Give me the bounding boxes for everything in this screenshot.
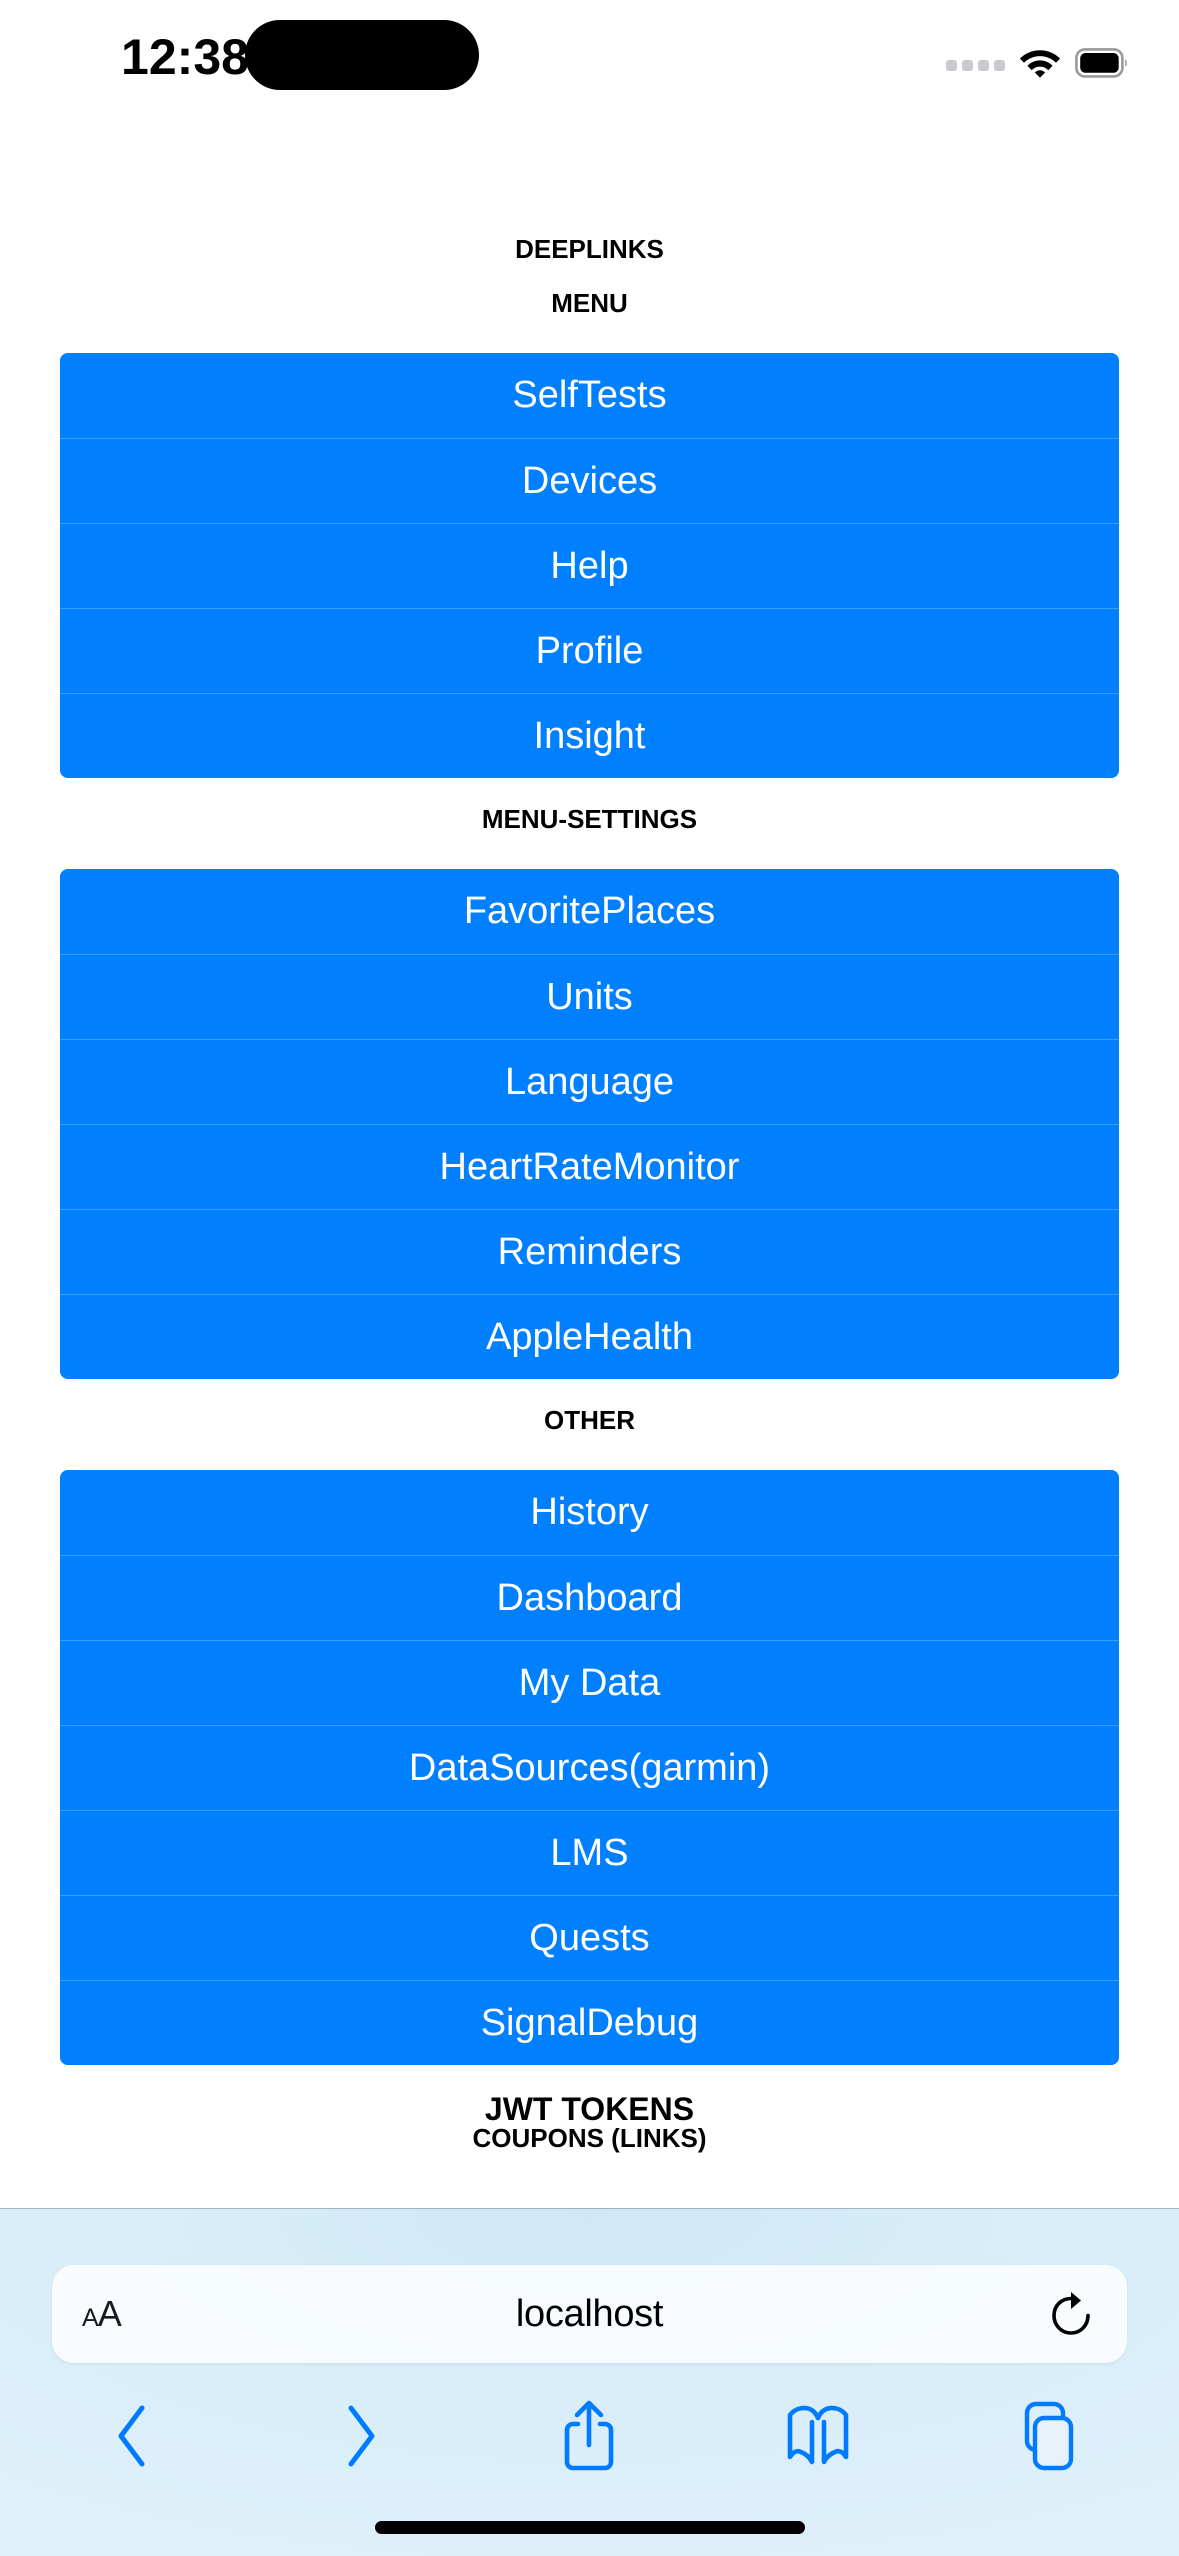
deeplink-group-other: History Dashboard My Data DataSources(ga… xyxy=(60,1470,1119,2065)
tabs-icon xyxy=(1024,2401,1073,2471)
bookmarks-button[interactable] xyxy=(756,2390,880,2482)
deeplink-group-menu: SelfTests Devices Help Profile Insight xyxy=(60,353,1119,778)
book-icon xyxy=(787,2405,849,2465)
deeplink-button-applehealth[interactable]: AppleHealth xyxy=(60,1294,1119,1379)
deeplink-button-insight[interactable]: Insight xyxy=(60,693,1119,778)
text-size-small-a: A xyxy=(82,2304,99,2332)
status-bar: 12:38 xyxy=(0,0,1179,130)
deeplink-button-selftests[interactable]: SelfTests xyxy=(60,353,1119,438)
home-indicator xyxy=(374,2521,805,2534)
text-size-button[interactable]: AA xyxy=(82,2293,122,2334)
wifi-icon xyxy=(1019,50,1061,78)
section-heading-menu-settings: MENU-SETTINGS xyxy=(481,804,698,834)
tabs-button[interactable] xyxy=(985,2390,1109,2482)
forward-button[interactable] xyxy=(299,2390,423,2482)
text-size-large-a: A xyxy=(97,2293,122,2334)
deeplink-button-my-data[interactable]: My Data xyxy=(60,1640,1119,1725)
deeplink-button-profile[interactable]: Profile xyxy=(60,608,1119,693)
section-heading-menu: MENU xyxy=(551,288,628,318)
status-bar-indicators xyxy=(946,42,1129,84)
chevron-left-icon xyxy=(118,2405,145,2467)
battery-full-icon xyxy=(1075,48,1127,78)
url-text[interactable]: localhost xyxy=(52,2293,1127,2336)
share-icon xyxy=(565,2400,614,2471)
deeplink-button-reminders[interactable]: Reminders xyxy=(60,1209,1119,1294)
deeplink-button-devices[interactable]: Devices xyxy=(60,438,1119,523)
deeplink-group-menu-settings: FavoritePlaces Units Language HeartRateM… xyxy=(60,869,1119,1379)
deeplink-button-units[interactable]: Units xyxy=(60,954,1119,1039)
deeplink-button-help[interactable]: Help xyxy=(60,523,1119,608)
deeplink-button-heartratemonitor[interactable]: HeartRateMonitor xyxy=(60,1124,1119,1209)
section-heading-coupons: COUPONS (LINKS) xyxy=(472,2123,707,2153)
page-title: DEEPLINKS xyxy=(515,234,664,264)
share-button[interactable] xyxy=(527,2390,651,2482)
section-heading-other: OTHER xyxy=(544,1405,635,1435)
cellular-signal-icon xyxy=(946,55,1005,71)
deeplink-button-quests[interactable]: Quests xyxy=(60,1895,1119,1980)
deeplink-button-history[interactable]: History xyxy=(60,1470,1119,1555)
web-page-content: DEEPLINKS MENU SelfTests Devices Help Pr… xyxy=(0,130,1179,2208)
back-button[interactable] xyxy=(70,2390,194,2482)
deeplink-button-favoriteplaces[interactable]: FavoritePlaces xyxy=(60,869,1119,954)
address-bar[interactable]: AA localhost xyxy=(52,2265,1127,2363)
browser-toolbar xyxy=(0,2390,1179,2482)
deeplink-button-language[interactable]: Language xyxy=(60,1039,1119,1124)
safari-bottom-bar: AA localhost xyxy=(0,2208,1179,2556)
section-heading-jwt-tokens: JWT TOKENS xyxy=(484,2091,695,2127)
deeplink-button-dashboard[interactable]: Dashboard xyxy=(60,1555,1119,1640)
deeplink-button-lms[interactable]: LMS xyxy=(60,1810,1119,1895)
deeplink-button-signaldebug[interactable]: SignalDebug xyxy=(60,1980,1119,2065)
dynamic-island xyxy=(245,20,479,90)
deeplink-button-datasources-garmin[interactable]: DataSources(garmin) xyxy=(60,1725,1119,1810)
reload-icon[interactable] xyxy=(1049,2290,1093,2338)
chevron-right-icon xyxy=(348,2405,375,2467)
